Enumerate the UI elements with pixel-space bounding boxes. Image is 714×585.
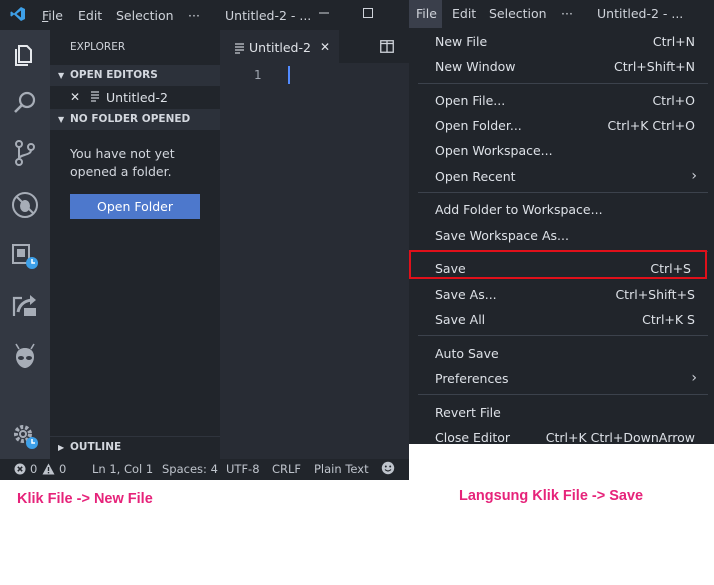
- chevron-right-icon: ▶: [58, 443, 65, 452]
- menu-more[interactable]: ···: [561, 6, 573, 21]
- chevron-down-icon: ▼: [58, 115, 65, 124]
- cursor-position[interactable]: Ln 1, Col 1: [92, 462, 153, 476]
- window-title: Untitled-2 - ...: [225, 8, 312, 23]
- menu-item-save-as[interactable]: Save As... Ctrl+Shift+S: [435, 287, 695, 302]
- language-mode[interactable]: Plain Text: [314, 462, 369, 476]
- left-title-bar: File Edit Selection ··· Untitled-2 - ...: [0, 0, 409, 30]
- menu-item-revert-file[interactable]: Revert File: [435, 405, 695, 420]
- status-bar: 0 0 Ln 1, Col 1 Spaces: 4 UTF-8 CRLF Pla…: [0, 459, 409, 480]
- menu-selection[interactable]: Selection: [116, 8, 174, 23]
- explorer-sidebar: EXPLORER ▼ OPEN EDITORS ✕ Untitled-2 ▼ NO …: [50, 30, 220, 459]
- open-editors-section[interactable]: ▼ OPEN EDITORS: [50, 65, 220, 86]
- menu-edit[interactable]: Edit: [452, 6, 476, 21]
- menu-separator: [418, 394, 708, 395]
- chevron-right-icon: ›: [691, 370, 697, 386]
- tab-label: Untitled-2: [249, 40, 311, 55]
- right-title-bar: File Edit Selection ··· Untitled-2 - ...: [409, 0, 714, 28]
- file-lines-icon: [234, 41, 245, 54]
- editor-area: Untitled-2 ✕ 1: [220, 30, 409, 459]
- notifications-bell-icon[interactable]: [408, 461, 409, 475]
- error-icon[interactable]: [14, 462, 26, 476]
- caption-left: Klik File -> New File: [17, 491, 153, 507]
- line-ending[interactable]: CRLF: [272, 462, 301, 476]
- right-vscode-window: File Edit Selection ··· Untitled-2 - ...…: [409, 0, 714, 444]
- menu-item-auto-save[interactable]: Auto Save: [435, 346, 695, 361]
- activity-bar: [0, 30, 50, 459]
- menu-item-open-recent[interactable]: Open Recent ›: [435, 168, 697, 184]
- save-highlight-box: [409, 250, 707, 279]
- menu-separator: [418, 335, 708, 336]
- feedback-smiley-icon[interactable]: [381, 461, 395, 475]
- open-editor-item[interactable]: Untitled-2: [106, 90, 168, 105]
- menu-file[interactable]: File: [416, 6, 437, 21]
- window-title: Untitled-2 - ...: [597, 6, 684, 21]
- file-lines-icon: [89, 89, 101, 103]
- text-cursor[interactable]: [288, 66, 290, 84]
- menu-item-save-workspace-as[interactable]: Save Workspace As...: [435, 228, 695, 243]
- menu-item-close-editor[interactable]: Close Editor Ctrl+K Ctrl+DownArrow: [435, 430, 695, 444]
- menu-edit[interactable]: Edit: [78, 8, 102, 23]
- caption-right: Langsung Klik File -> Save: [459, 488, 644, 504]
- line-number: 1: [254, 68, 262, 82]
- warning-count[interactable]: 0: [59, 462, 66, 476]
- search-icon[interactable]: [10, 88, 40, 118]
- menu-item-save-all[interactable]: Save All Ctrl+K S: [435, 312, 695, 327]
- warning-icon[interactable]: [42, 462, 55, 476]
- menu-item-open-file[interactable]: Open File... Ctrl+O: [435, 93, 695, 108]
- open-folder-button[interactable]: Open Folder: [70, 194, 200, 219]
- left-vscode-window: File Edit Selection ··· Untitled-2 - ...: [0, 0, 409, 480]
- menu-item-preferences[interactable]: Preferences ›: [435, 370, 697, 386]
- error-count[interactable]: 0: [30, 462, 37, 476]
- menu-selection[interactable]: Selection: [489, 6, 547, 21]
- outline-section[interactable]: ▶ OUTLINE: [50, 436, 220, 457]
- tab-bar: Untitled-2 ✕: [220, 30, 409, 63]
- encoding[interactable]: UTF-8: [226, 462, 260, 476]
- debug-icon[interactable]: [10, 190, 40, 220]
- vscode-logo-icon[interactable]: [10, 6, 26, 22]
- menu-file[interactable]: File: [42, 8, 63, 23]
- empty-message-line2: opened a folder.: [70, 164, 172, 179]
- empty-message-line1: You have not yet: [70, 146, 175, 161]
- chevron-down-icon: ▼: [58, 71, 65, 80]
- explorer-title: EXPLORER: [70, 41, 126, 53]
- alien-icon[interactable]: [10, 342, 40, 372]
- close-icon[interactable]: ✕: [320, 40, 330, 54]
- source-control-icon[interactable]: [10, 138, 40, 168]
- menu-separator: [418, 83, 708, 84]
- file-menu-dropdown: New File Ctrl+N New Window Ctrl+Shift+N Op…: [409, 28, 714, 444]
- split-editor-icon[interactable]: [380, 40, 394, 53]
- menu-separator: [418, 192, 708, 193]
- menu-item-open-folder[interactable]: Open Folder... Ctrl+K Ctrl+O: [435, 118, 695, 133]
- menu-item-new-window[interactable]: New Window Ctrl+Shift+N: [435, 59, 695, 74]
- no-folder-section[interactable]: ▼ NO FOLDER OPENED: [50, 109, 220, 130]
- maximize-icon[interactable]: [362, 7, 374, 19]
- indentation[interactable]: Spaces: 4: [162, 462, 218, 476]
- settings-gear-icon[interactable]: [10, 422, 40, 452]
- files-icon[interactable]: [10, 40, 40, 70]
- extensions-clock-icon[interactable]: [10, 240, 40, 270]
- menu-item-open-workspace[interactable]: Open Workspace...: [435, 143, 695, 158]
- menu-more[interactable]: ···: [188, 8, 200, 23]
- remote-icon[interactable]: [10, 290, 40, 320]
- chevron-right-icon: ›: [691, 168, 697, 184]
- menu-item-new-file[interactable]: New File Ctrl+N: [435, 34, 695, 49]
- close-editor-icon[interactable]: ✕: [70, 90, 80, 104]
- minimize-icon[interactable]: [318, 5, 330, 19]
- menu-item-add-folder-to-workspace[interactable]: Add Folder to Workspace...: [435, 202, 695, 217]
- tab-untitled-2[interactable]: Untitled-2 ✕: [220, 30, 339, 63]
